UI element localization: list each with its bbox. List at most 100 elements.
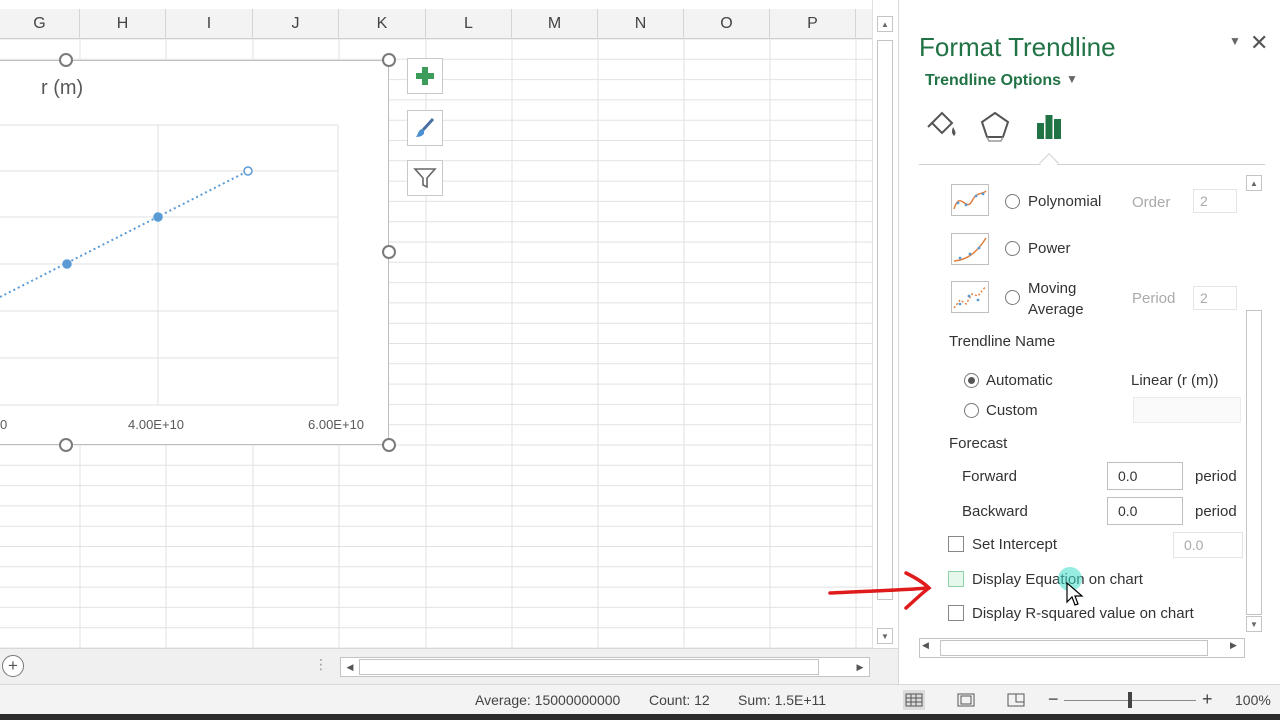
trendline-options-dropdown[interactable]: Trendline Options (925, 72, 1061, 90)
column-header-p[interactable]: P (770, 9, 856, 39)
pane-vertical-scrollbar[interactable]: ▲ ▼ (1243, 175, 1263, 635)
pane-title: Format Trendline (919, 32, 1116, 62)
set-intercept-checkbox[interactable] (948, 536, 964, 552)
status-bar: Average: 15000000000 Count: 12 Sum: 1.5E… (0, 684, 1280, 714)
column-header-h[interactable]: H (80, 9, 166, 39)
custom-label[interactable]: Custom (986, 402, 1038, 419)
scroll-up-arrow-icon[interactable]: ▲ (877, 16, 893, 32)
sheet-vertical-scrollbar[interactable]: ▲ ▼ (872, 0, 898, 648)
add-sheet-plus-icon[interactable]: + (2, 655, 24, 677)
resize-handle-right[interactable] (382, 245, 396, 259)
resize-handle-bottom[interactable] (59, 438, 73, 452)
backward-label: Backward (962, 503, 1028, 520)
pane-horizontal-scrollbar[interactable]: ◀ ▶ (919, 638, 1245, 658)
pane-scroll-thumb[interactable] (1246, 310, 1262, 615)
backward-unit: period (1195, 503, 1237, 520)
data-point (153, 212, 163, 222)
resize-handle-top[interactable] (59, 53, 73, 67)
zoom-in-icon[interactable]: + (1202, 689, 1213, 710)
zoom-slider-thumb[interactable] (1128, 692, 1132, 708)
chart-elements-button[interactable] (407, 58, 443, 94)
forward-label: Forward (962, 468, 1018, 485)
pane-options-chevron-down-icon[interactable]: ▼ (1229, 34, 1241, 48)
polynomial-radio[interactable] (1005, 194, 1020, 209)
polynomial-label[interactable]: Polynomial (1028, 193, 1101, 210)
trendline-name-heading: Trendline Name (949, 333, 1056, 350)
column-header-m[interactable]: M (512, 9, 598, 39)
active-tab-indicator (1039, 153, 1059, 173)
power-label[interactable]: Power (1028, 240, 1071, 257)
page-break-view-icon[interactable] (1005, 690, 1027, 710)
plus-icon (416, 67, 434, 85)
funnel-icon (413, 168, 437, 189)
intercept-value-input[interactable]: 0.0 (1173, 532, 1243, 558)
pane-scroll-left-icon[interactable]: ◀ (922, 640, 929, 651)
custom-name-input[interactable] (1133, 397, 1241, 423)
automatic-label[interactable]: Automatic (986, 372, 1053, 389)
chart-filters-button[interactable] (407, 160, 443, 196)
x-tick-label: 4.00E+10 (128, 417, 185, 432)
column-header-i[interactable]: I (166, 9, 253, 39)
column-header-n[interactable]: N (598, 9, 684, 39)
effects-pentagon-icon[interactable] (975, 106, 1015, 146)
order-spinner[interactable]: 2 (1193, 189, 1237, 213)
display-equation-checkbox[interactable] (948, 571, 964, 587)
sheet-horizontal-scrollbar[interactable]: ◀ ▶ (340, 657, 870, 677)
tab-separator (919, 164, 1265, 165)
forecast-heading: Forecast (949, 435, 1008, 452)
scroll-left-arrow-icon[interactable]: ◀ (343, 659, 357, 675)
scroll-down-arrow-icon[interactable]: ▼ (877, 628, 893, 644)
tab-splitter-handle[interactable]: ⋮ (314, 656, 328, 673)
forward-input[interactable]: 0.0 (1107, 462, 1183, 490)
pane-scroll-down-icon[interactable]: ▼ (1246, 616, 1262, 632)
sheet-scroll-thumb[interactable] (877, 40, 893, 600)
options-chevron-down-icon[interactable]: ▼ (1066, 72, 1078, 86)
normal-view-icon[interactable] (903, 690, 925, 710)
moving-average-radio[interactable] (1005, 290, 1020, 305)
page-layout-view-icon[interactable] (955, 690, 977, 710)
pane-scroll-right-icon[interactable]: ▶ (1230, 640, 1237, 651)
chart-styles-button[interactable] (407, 110, 443, 146)
fill-line-icon[interactable] (921, 106, 961, 146)
scatter-chart[interactable]: r (m) 0 4.00E+10 6.00E+10 (0, 60, 389, 445)
column-header-g[interactable]: G (0, 9, 80, 39)
sheet-tab-bar: + ⋮ ◀ ▶ (0, 648, 898, 684)
column-header-j[interactable]: J (253, 9, 339, 39)
plot-area (0, 124, 339, 406)
forward-unit: period (1195, 468, 1237, 485)
moving-average-label-line2[interactable]: Average (1028, 301, 1084, 318)
resize-handle-bottom-right[interactable] (382, 438, 396, 452)
x-tick-label: 6.00E+10 (308, 417, 365, 432)
pane-hscroll-thumb[interactable] (940, 640, 1208, 656)
ribbon-edge (0, 0, 872, 9)
period-label: Period (1132, 290, 1176, 307)
scroll-right-arrow-icon[interactable]: ▶ (853, 659, 867, 675)
data-point (62, 259, 72, 269)
backward-input[interactable]: 0.0 (1107, 497, 1183, 525)
horizontal-scroll-thumb[interactable] (359, 659, 819, 675)
moving-average-trend-icon (951, 281, 989, 313)
column-header-l[interactable]: L (426, 9, 512, 39)
close-icon[interactable]: ✕ (1250, 30, 1268, 56)
pane-scroll-up-icon[interactable]: ▲ (1246, 175, 1262, 191)
polynomial-trend-icon (951, 184, 989, 216)
custom-radio[interactable] (964, 403, 979, 418)
zoom-out-icon[interactable]: − (1048, 689, 1059, 710)
column-header-o[interactable]: O (684, 9, 770, 39)
moving-average-label-line1[interactable]: Moving (1028, 280, 1076, 297)
worksheet-grid[interactable]: G H I J K L M N O P r (m) 0 4.00E+10 6.0… (0, 0, 872, 648)
period-spinner[interactable]: 2 (1193, 286, 1237, 310)
red-arrow-annotation (828, 571, 932, 610)
column-header-k[interactable]: K (339, 9, 426, 39)
set-intercept-label[interactable]: Set Intercept (972, 536, 1057, 553)
zoom-level[interactable]: 100% (1235, 692, 1271, 708)
column-header-row: G H I J K L M N O P (0, 9, 872, 39)
power-radio[interactable] (1005, 241, 1020, 256)
display-rsquared-checkbox[interactable] (948, 605, 964, 621)
trendline-options-bar-icon[interactable] (1029, 106, 1069, 146)
status-sum: Sum: 1.5E+11 (738, 692, 827, 708)
automatic-radio[interactable] (964, 373, 979, 388)
resize-handle-top-right[interactable] (382, 53, 396, 67)
brush-icon (416, 117, 435, 137)
mouse-pointer-icon (1066, 582, 1084, 606)
